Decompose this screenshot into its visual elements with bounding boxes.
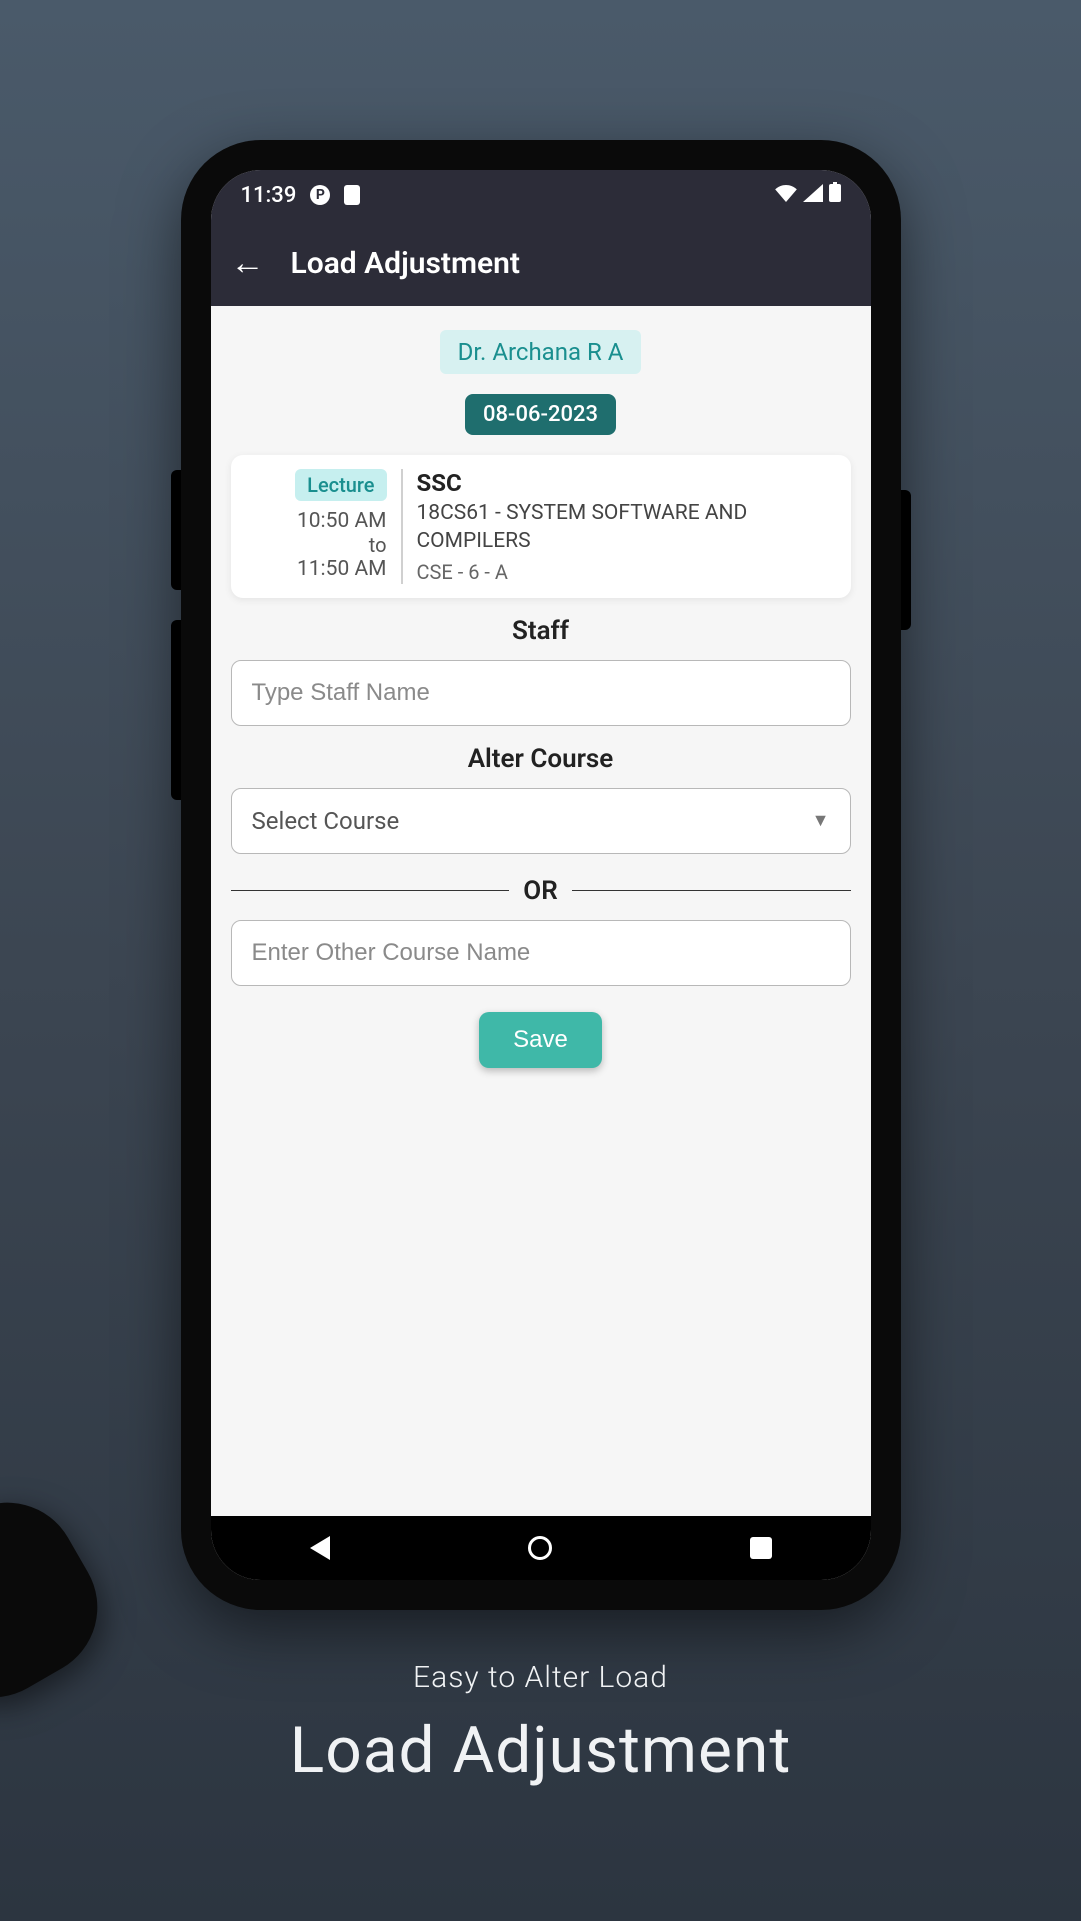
promo-subtitle: Easy to Alter Load xyxy=(0,1660,1081,1695)
promo-title: Load Adjustment xyxy=(0,1713,1081,1788)
nav-home-icon[interactable] xyxy=(528,1536,552,1560)
nav-back-icon[interactable] xyxy=(310,1536,330,1560)
lecture-time-column: Lecture 10:50 AM to 11:50 AM xyxy=(243,469,403,584)
lecture-card[interactable]: Lecture 10:50 AM to 11:50 AM SSC 18CS61 … xyxy=(231,455,851,598)
status-bar-right xyxy=(775,182,841,208)
cell-signal-icon xyxy=(803,183,823,208)
phone-power-button xyxy=(901,490,911,630)
course-select-placeholder: Select Course xyxy=(252,807,400,835)
android-nav-bar xyxy=(211,1516,871,1580)
divider-line-right xyxy=(572,890,851,892)
app-header: ← Load Adjustment xyxy=(211,220,871,306)
phone-volume-up xyxy=(171,470,181,590)
page-title: Load Adjustment xyxy=(291,246,521,281)
or-text: OR xyxy=(523,876,557,906)
lecture-start-time: 10:50 AM xyxy=(243,509,387,533)
lecture-info-column: SSC 18CS61 - SYSTEM SOFTWARE AND COMPILE… xyxy=(403,469,839,584)
divider-line-left xyxy=(231,890,510,892)
battery-icon xyxy=(829,182,841,208)
status-clock: 11:39 xyxy=(241,183,297,208)
lecture-end-time: 11:50 AM xyxy=(243,557,387,581)
lecture-short-code: SSC xyxy=(417,469,839,497)
status-app-icon: P xyxy=(310,185,330,205)
staff-chip: Dr. Archana R A xyxy=(440,330,642,374)
chevron-down-icon: ▼ xyxy=(812,810,830,831)
wifi-icon xyxy=(775,183,797,208)
phone-volume-down xyxy=(171,620,181,800)
lecture-to-label: to xyxy=(243,533,387,557)
promo-text-block: Easy to Alter Load Load Adjustment xyxy=(0,1660,1081,1788)
chip-area: Dr. Archana R A 08-06-2023 xyxy=(231,330,851,435)
staff-section-label: Staff xyxy=(231,616,851,646)
save-button[interactable]: Save xyxy=(479,1012,602,1068)
status-card-icon xyxy=(344,185,360,205)
status-bar: 11:39 P xyxy=(211,170,871,220)
lecture-type-badge: Lecture xyxy=(295,469,386,501)
course-select[interactable]: Select Course ▼ xyxy=(231,788,851,854)
lecture-course-name: 18CS61 - SYSTEM SOFTWARE AND COMPILERS xyxy=(417,499,839,556)
date-chip[interactable]: 08-06-2023 xyxy=(465,394,616,435)
content-area: Dr. Archana R A 08-06-2023 Lecture 10:50… xyxy=(211,306,871,1516)
back-arrow-icon[interactable]: ← xyxy=(231,246,265,280)
other-course-input[interactable] xyxy=(231,920,851,986)
phone-screen: 11:39 P ← Load Adjustment xyxy=(211,170,871,1580)
lecture-section: CSE - 6 - A xyxy=(417,560,839,584)
status-bar-left: 11:39 P xyxy=(241,183,361,208)
alter-course-label: Alter Course xyxy=(231,744,851,774)
phone-device-frame: 11:39 P ← Load Adjustment xyxy=(181,140,901,1610)
nav-recent-icon[interactable] xyxy=(750,1537,772,1559)
staff-name-input[interactable] xyxy=(231,660,851,726)
or-divider: OR xyxy=(231,876,851,906)
